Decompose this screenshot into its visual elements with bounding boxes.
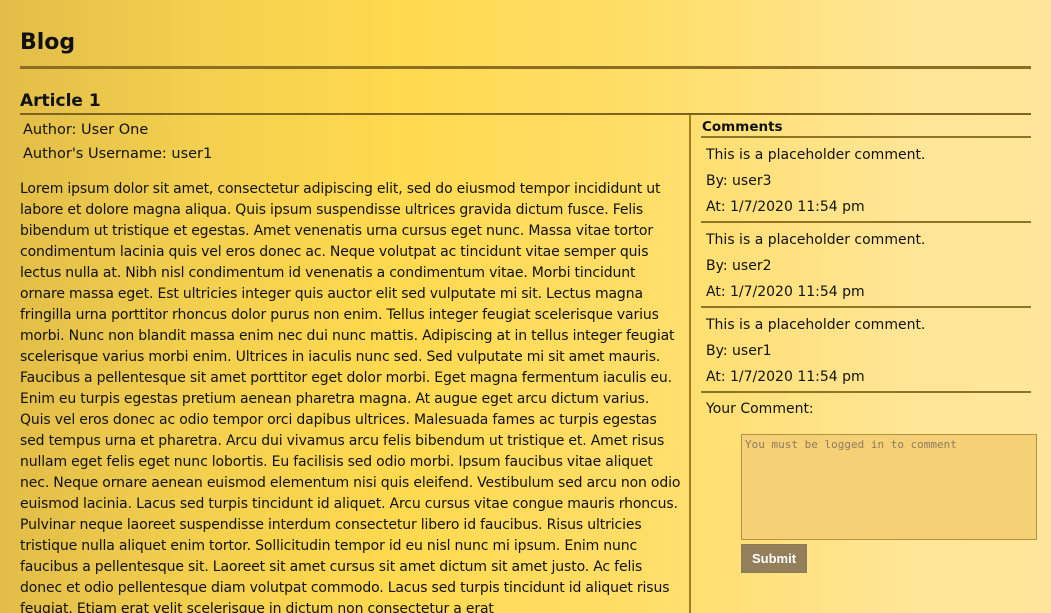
author-line: Author: User One [23,122,149,138]
blog-page: Blog Article 1 Author: User One Author's… [20,0,1037,613]
comment-divider [701,221,1031,223]
comment-author: By: user1 [706,343,772,359]
content-column-divider [689,115,691,613]
site-title: Blog [20,30,76,55]
comment-text: This is a placeholder comment. [706,232,926,248]
comment-textarea[interactable]: You must be logged in to comment [741,434,1037,540]
comments-heading: Comments [702,119,783,135]
comment-divider [701,306,1031,308]
comment-item: This is a placeholder comment. By: user3… [701,145,1031,228]
comment-text: This is a placeholder comment. [706,317,926,333]
comment-author: By: user3 [706,173,772,189]
comment-item: This is a placeholder comment. By: user1… [701,315,1031,398]
article-title: Article 1 [20,91,101,111]
comment-author: By: user2 [706,258,772,274]
your-comment-label: Your Comment: [706,401,814,417]
comment-text: This is a placeholder comment. [706,147,926,163]
article-content: Author: User One Author's Username: user… [20,115,689,613]
comments-panel: Comments This is a placeholder comment. … [701,115,1037,613]
comment-timestamp: At: 1/7/2020 11:54 pm [706,369,865,385]
comment-divider [701,391,1031,393]
article-body-text: Lorem ipsum dolor sit amet, consectetur … [20,181,681,613]
comment-timestamp: At: 1/7/2020 11:54 pm [706,199,865,215]
author-username-line: Author's Username: user1 [23,146,213,162]
comment-timestamp: At: 1/7/2020 11:54 pm [706,284,865,300]
submit-button[interactable]: Submit [741,544,807,573]
header-divider [20,66,1031,69]
comment-divider [701,136,1031,138]
comment-item: This is a placeholder comment. By: user2… [701,230,1031,313]
